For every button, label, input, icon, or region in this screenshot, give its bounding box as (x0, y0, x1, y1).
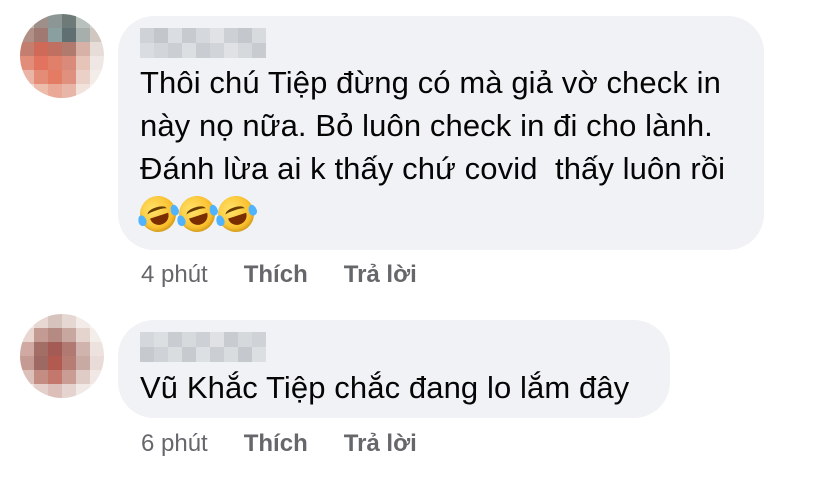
comment-item: Vũ Khắc Tiệp chắc đang lo lắm đây 6 phút… (0, 0, 828, 484)
reply-button[interactable]: Trả lời (344, 430, 417, 458)
comment-timestamp[interactable]: 6 phút (141, 430, 208, 458)
commenter-name-redacted[interactable] (140, 332, 266, 362)
like-button[interactable]: Thích (244, 430, 308, 458)
comment-text-line: Vũ Khắc Tiệp chắc đang lo lắm đây (140, 370, 630, 405)
avatar[interactable] (20, 314, 104, 398)
comment-actions: 6 phút Thích Trả lời (141, 430, 417, 458)
